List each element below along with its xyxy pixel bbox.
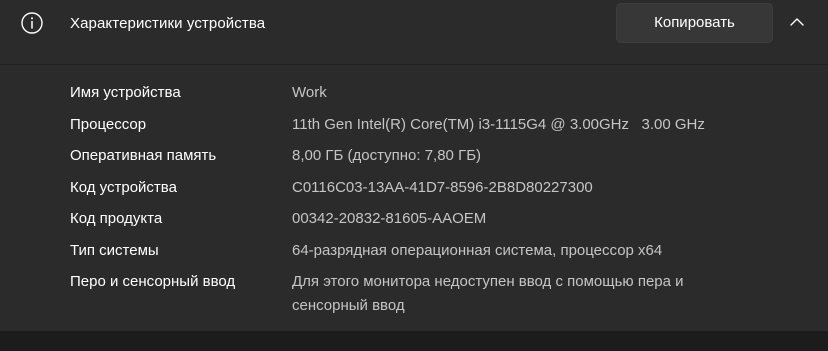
spec-value: 8,00 ГБ (доступно: 7,80 ГБ) [292, 147, 482, 164]
spec-label: Имя устройства [70, 84, 181, 101]
spec-value: Для этого монитора недоступен ввод с пом… [292, 273, 684, 314]
info-icon [21, 12, 43, 34]
spec-label: Код устройства [70, 178, 177, 196]
spec-value: C0116C03-13AA-41D7-8596-2B8D80227300 [292, 178, 593, 196]
copy-button[interactable]: Копировать [616, 3, 773, 43]
section-title: Характеристики устройства [70, 15, 266, 32]
device-specifications-header[interactable]: Характеристики устройства Копировать [0, 0, 828, 65]
spec-row-pen-touch: Перо и сенсорный ввод Для этого монитора… [70, 266, 810, 318]
spec-row-processor: Процессор 11th Gen Intel(R) Core(TM) i3-… [70, 109, 810, 141]
spec-value: 11th Gen Intel(R) Core(TM) i3-1115G4 @ 3… [292, 115, 705, 133]
spec-label: Перо и сенсорный ввод [70, 273, 236, 290]
spec-row-product-id: Код продукта 00342-20832-81605-AAOEM [70, 203, 810, 235]
spec-row-device-name: Имя устройства Work [70, 77, 810, 109]
spec-label: Тип системы [70, 241, 159, 259]
specs-list: Имя устройства Work Процессор 11th Gen I… [70, 77, 810, 318]
spec-value: 00342-20832-81605-AAOEM [292, 210, 487, 227]
spec-row-system-type: Тип системы 64-разрядная операционная си… [70, 235, 810, 267]
device-specifications-card: Характеристики устройства Копировать Имя… [0, 0, 828, 332]
spec-value: Work [292, 84, 327, 101]
spec-label: Процессор [70, 115, 147, 133]
spec-row-ram: Оперативная память 8,00 ГБ (доступно: 7,… [70, 140, 810, 172]
chevron-up-icon[interactable] [787, 14, 807, 30]
spec-label: Оперативная память [70, 147, 217, 164]
spec-label: Код продукта [70, 210, 163, 227]
spec-row-device-id: Код устройства C0116C03-13AA-41D7-8596-2… [70, 172, 810, 204]
spec-value: 64-разрядная операционная система, проце… [292, 241, 663, 259]
